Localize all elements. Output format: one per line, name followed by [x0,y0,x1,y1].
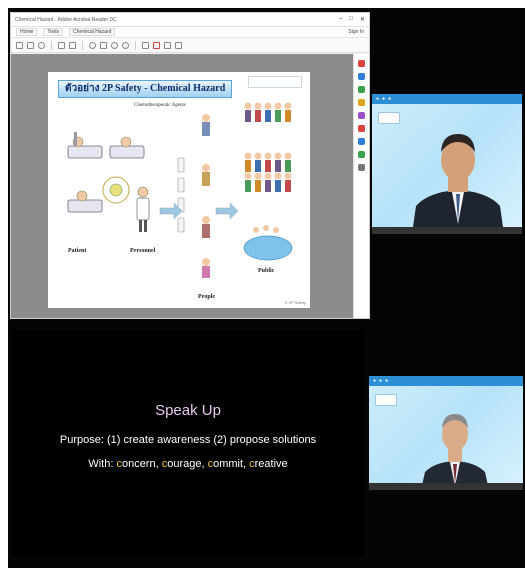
label-people: People [198,294,215,300]
courage-rest: ourage, [167,458,208,470]
tab-home[interactable]: Home [16,28,38,36]
share-icon[interactable] [175,41,182,49]
zoom-in-icon[interactable] [122,41,129,49]
pdf-page-slide: ตัวอย่าง 2P Safety - Chemical Hazard Che… [48,72,310,308]
tile-footer [372,227,522,234]
window-title: Chemical Hazard - Adobe Acrobat Reader D… [15,16,117,23]
participant-figure [412,134,504,234]
tools-rail [353,54,369,318]
label-personnel: Personnel [130,248,156,254]
search-icon[interactable] [38,41,45,49]
toolbar-divider [135,40,136,50]
hazard-symbol-icon [102,176,130,204]
minimize-icon[interactable]: – [339,16,342,23]
tab-document[interactable]: Chemical Hazard [69,28,116,36]
pen-icon[interactable] [153,41,160,49]
save-icon[interactable] [16,41,23,49]
pdf-tool-icon[interactable] [358,60,365,67]
personnel-figure [136,186,150,232]
public-crowd [243,102,293,261]
tab-tools[interactable]: Tools [43,28,64,36]
commit-rest: ommit, [213,458,250,470]
select-tool-icon[interactable] [89,41,96,49]
participant-figure [421,414,489,490]
speak-up-title: Speak Up [155,402,221,419]
with-prefix: With: [88,458,117,470]
sign-icon[interactable] [164,41,171,49]
toolbar-divider [82,40,83,50]
tile-footer [369,483,523,490]
participant-video-tile-1[interactable]: ● ● ● [372,94,522,234]
page-down-icon[interactable] [69,41,76,49]
arrow-right-icon [215,202,239,220]
creative-rest: reative [254,458,288,470]
speak-up-with-line: With: concern, courage, commit, creative [12,458,364,470]
drug-vials [177,157,185,233]
speak-up-slide: Speak Up Purpose: (1) create awareness (… [12,330,364,556]
page-up-icon[interactable] [58,41,65,49]
label-patient: Patient [68,248,87,254]
comment-tool-icon[interactable] [358,99,365,106]
patient-bed-illustration [67,132,145,213]
viewer-toolbar [11,38,369,53]
toolbar-divider [51,40,52,50]
maximize-icon[interactable]: □ [349,16,353,23]
more-tools-icon[interactable] [358,164,365,171]
speak-up-purpose: Purpose: (1) create awareness (2) propos… [59,434,317,446]
concern-rest: oncern, [121,458,162,470]
viewer-menubar: Home Tools Chemical Hazard Sign In [11,27,369,38]
slide-copyright: © 2P Safety [284,300,306,305]
label-public: Public [258,268,275,274]
zoom-out-icon[interactable] [111,41,118,49]
close-icon[interactable]: ✕ [360,16,365,23]
people-column [202,114,210,278]
comment-icon[interactable] [142,41,149,49]
hand-tool-icon[interactable] [100,41,107,49]
sign-in-link[interactable]: Sign In [348,29,364,35]
edit-tool-icon[interactable] [358,73,365,80]
participant-video-tile-2[interactable]: ● ● ● [369,376,523,490]
fill-sign-tool-icon[interactable] [358,138,365,145]
compress-tool-icon[interactable] [358,151,365,158]
organize-tool-icon[interactable] [358,112,365,119]
export-tool-icon[interactable] [358,86,365,93]
viewer-titlebar: Chemical Hazard - Adobe Acrobat Reader D… [11,13,369,27]
protect-tool-icon[interactable] [358,125,365,132]
print-icon[interactable] [27,41,34,49]
